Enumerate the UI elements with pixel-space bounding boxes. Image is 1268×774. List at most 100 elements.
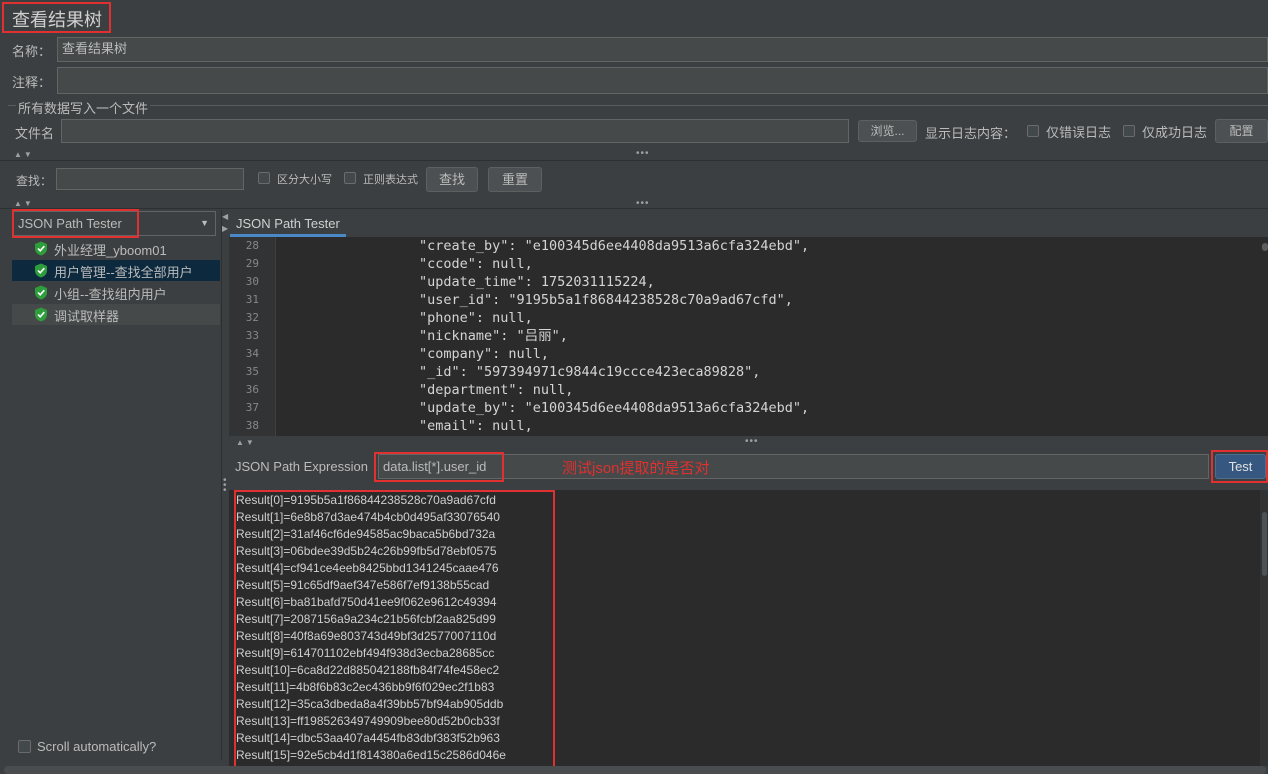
code-line: 38 "email": null, xyxy=(229,417,1268,435)
expression-label: JSON Path Expression xyxy=(235,459,368,474)
errors-only-checkbox[interactable] xyxy=(1027,125,1039,137)
horizontal-scrollbar[interactable] xyxy=(4,766,1266,774)
code-text: "create_by": "e100345d6ee4408da9513a6cfa… xyxy=(419,238,810,254)
tree-item-label: 用户管理--查找全部用户 xyxy=(54,265,193,280)
splitter-handle-mid[interactable]: ••• xyxy=(636,199,650,209)
splitter-handle-top[interactable]: ••• xyxy=(636,149,650,159)
filename-label: 文件名 xyxy=(15,126,55,141)
errors-only-label: 仅错误日志 xyxy=(1046,125,1112,140)
code-text: "update_by": "e100345d6ee4408da9513a6cfa… xyxy=(419,400,810,416)
tab-json-path-tester[interactable]: JSON Path Tester xyxy=(230,211,346,237)
expression-input[interactable]: data.list[*].user_id xyxy=(378,454,1209,479)
success-shield-icon xyxy=(35,285,47,300)
search-input[interactable] xyxy=(56,168,244,190)
success-only-checkbox[interactable] xyxy=(1123,125,1135,137)
tree-item[interactable]: 小组--查找组内用户 xyxy=(12,282,220,303)
case-sensitive-label: 区分大小写 xyxy=(277,174,332,186)
browse-button[interactable]: 浏览... xyxy=(858,120,917,142)
find-button[interactable]: 查找 xyxy=(426,167,478,192)
scroll-auto-checkbox[interactable] xyxy=(18,740,31,753)
code-line: 30 "update_time": 1752031115224, xyxy=(229,273,1268,291)
results-panel[interactable]: Result[0]=9195b5a1f86844238528c70a9ad67c… xyxy=(229,490,1260,766)
name-label: 名称： xyxy=(12,44,52,59)
success-shield-icon xyxy=(35,263,47,278)
tree-item[interactable]: 调试取样器 xyxy=(12,304,220,325)
pane-collapse-left-icon[interactable]: ◀ xyxy=(222,212,228,221)
collapse-arrows-right[interactable]: ▲▼ xyxy=(236,438,256,447)
code-text: "email": null, xyxy=(419,418,533,434)
line-number: 28 xyxy=(245,239,259,252)
scroll-auto-label: Scroll automatically? xyxy=(37,739,157,754)
tree-item-label: 小组--查找组内用户 xyxy=(54,287,167,302)
success-shield-icon xyxy=(35,307,47,322)
collapse-arrows-mid[interactable]: ▲▼ xyxy=(14,199,34,208)
line-number: 31 xyxy=(245,293,259,306)
success-shield-icon xyxy=(35,241,47,256)
line-number: 34 xyxy=(245,347,259,360)
result-line: Result[10]=6ca8d22d885042188fb84f74fe458… xyxy=(236,663,500,677)
vertical-splitter-handle[interactable]: • • • xyxy=(223,476,227,496)
code-line: 36 "department": null, xyxy=(229,381,1268,399)
code-text: "nickname": "吕丽", xyxy=(419,328,568,344)
divider xyxy=(0,208,1268,209)
line-number: 36 xyxy=(245,383,259,396)
code-line: 33 "nickname": "吕丽", xyxy=(229,327,1268,345)
tree-item[interactable]: 用户管理--查找全部用户 xyxy=(12,260,220,281)
code-line: 35 "_id": "597394971c9844c19ccce423eca898… xyxy=(229,363,1268,381)
renderer-select-value: JSON Path Tester xyxy=(18,216,122,231)
page-title: 查看结果树 xyxy=(12,10,102,30)
result-line: Result[5]=91c65df9aef347e586f7ef9138b55c… xyxy=(236,578,490,592)
code-line: 32 "phone": null, xyxy=(229,309,1268,327)
result-line: Result[12]=35ca3dbeda8a4f39bb57bf94ab905… xyxy=(236,697,504,711)
line-number: 30 xyxy=(245,275,259,288)
case-sensitive-checkbox[interactable] xyxy=(258,172,270,184)
tree-item-label: 调试取样器 xyxy=(54,309,120,324)
renderer-select[interactable]: JSON Path Tester ▼ xyxy=(13,211,216,236)
line-number: 37 xyxy=(245,401,259,414)
collapse-arrows-top[interactable]: ▲▼ xyxy=(14,150,34,159)
comment-label: 注释： xyxy=(12,75,52,90)
result-line: Result[9]=614701102ebf494f938d3ecba28685… xyxy=(236,646,495,660)
code-line: 31 "user_id": "9195b5a1f86844238528c70a9a… xyxy=(229,291,1268,309)
line-number: 33 xyxy=(245,329,259,342)
code-line: 34 "company": null, xyxy=(229,345,1268,363)
test-button[interactable]: Test xyxy=(1215,454,1266,479)
comment-field[interactable] xyxy=(57,67,1268,94)
regex-checkbox[interactable] xyxy=(344,172,356,184)
line-number: 35 xyxy=(245,365,259,378)
code-text: "phone": null, xyxy=(419,310,533,326)
filename-field[interactable] xyxy=(61,119,849,143)
line-number: 38 xyxy=(245,419,259,432)
line-number: 32 xyxy=(245,311,259,324)
results-scrollbar-thumb[interactable] xyxy=(1262,512,1267,576)
result-line: Result[0]=9195b5a1f86844238528c70a9ad67c… xyxy=(236,493,496,507)
regex-label: 正则表达式 xyxy=(363,174,418,186)
reset-button[interactable]: 重置 xyxy=(488,167,542,192)
splitter-handle-right[interactable]: ••• xyxy=(745,437,759,447)
result-line: Result[1]=6e8b87d3ae474b4cb0d495af330765… xyxy=(236,510,500,524)
code-text: "department": null, xyxy=(419,382,574,398)
line-number: 29 xyxy=(245,257,259,270)
pane-collapse-right-icon[interactable]: ▶ xyxy=(222,224,228,233)
tree-item[interactable]: 外业经理_yboom01 xyxy=(12,238,220,259)
tree-item-label: 外业经理_yboom01 xyxy=(54,243,167,258)
result-line: Result[11]=4b8f6b83c2ec436bb9f6f029ec2f1… xyxy=(236,680,495,694)
code-text: "ccode": null, xyxy=(419,256,533,272)
result-line: Result[8]=40f8a69e803743d49bf3d257700711… xyxy=(236,629,497,643)
log-content-label: 显示日志内容： xyxy=(925,126,1017,141)
name-field[interactable]: 查看结果树 xyxy=(57,37,1268,62)
code-text: "company": null, xyxy=(419,346,550,362)
chevron-down-icon: ▼ xyxy=(200,218,209,228)
code-scrollbar-thumb[interactable] xyxy=(1262,243,1268,251)
annotation-text: 测试json提取的是否对 xyxy=(562,460,710,477)
success-only-label: 仅成功日志 xyxy=(1142,125,1208,140)
code-line: 29 "ccode": null, xyxy=(229,255,1268,273)
response-code-viewer[interactable]: 28 "create_by": "e100345d6ee4408da9513a6c… xyxy=(229,237,1268,436)
config-button[interactable]: 配置 xyxy=(1215,119,1268,143)
result-line: Result[2]=31af46cf6de94585ac9baca5b6bd73… xyxy=(236,527,496,541)
tab-label: JSON Path Tester xyxy=(236,216,340,231)
result-line: Result[15]=92e5cb4d1f814380a6ed15c2586d0… xyxy=(236,748,506,762)
code-text: "update_time": 1752031115224, xyxy=(419,274,655,290)
result-line: Result[14]=dbc53aa407a4454fb83dbf383f52b… xyxy=(236,731,500,745)
result-line: Result[6]=ba81bafd750d41ee9f062e9612c493… xyxy=(236,595,497,609)
